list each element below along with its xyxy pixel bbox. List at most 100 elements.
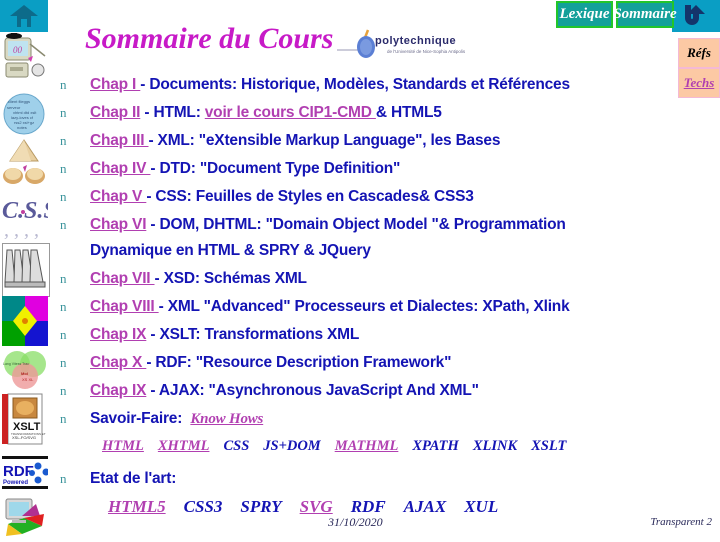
- refs-label: Réfs: [687, 45, 711, 60]
- savoir-faire-item[interactable]: n Savoir-Faire: Know Hows: [60, 406, 660, 432]
- chapter-item-9[interactable]: n Chap IX - XSLT: Transformations XML: [60, 322, 660, 348]
- chapter-text: Chap III - XML: "eXtensible Markup Langu…: [90, 128, 500, 154]
- etat-art-label: Etat de l'art:: [90, 470, 177, 487]
- list-bullet: n: [60, 189, 67, 204]
- chapter-text: Chap X - RDF: "Resource Description Fram…: [90, 350, 451, 376]
- tech-link-ajax[interactable]: AJAX: [404, 497, 447, 516]
- chapter-item-3[interactable]: n Chap III - XML: "eXtensible Markup Lan…: [60, 128, 660, 154]
- know-hows-link[interactable]: Know Hows: [190, 411, 263, 427]
- list-bullet: n: [60, 105, 67, 120]
- chapter-text: Chap I - Documents: Historique, Modèles,…: [90, 72, 570, 98]
- list-bullet: n: [60, 383, 67, 398]
- chapter-link[interactable]: Chap V: [90, 188, 146, 205]
- tech-link-html5[interactable]: HTML5: [108, 497, 166, 516]
- list-bullet: n: [60, 271, 67, 286]
- chapter-item-10[interactable]: n Chap X - RDF: "Resource Description Fr…: [60, 350, 660, 376]
- chapter-text: Chap IX - AJAX: "Asynchronous JavaScript…: [90, 378, 479, 404]
- chapter-link[interactable]: Chap VIII: [90, 298, 159, 315]
- chapter-link[interactable]: Chap X: [90, 354, 146, 371]
- home-icon[interactable]: [0, 0, 48, 32]
- uturn-up-arrow-icon[interactable]: [672, 0, 720, 32]
- chapter-text: Chap VII - XSD: Schémas XML: [90, 266, 307, 292]
- dtd-columns-image: [2, 243, 50, 297]
- nav-lexique-button[interactable]: Lexique: [556, 1, 613, 28]
- chapter-item-5[interactable]: n Chap V - CSS: Feuilles de Styles en Ca…: [60, 184, 660, 210]
- chapter-list: n Chap I - Documents: Historique, Modèle…: [60, 72, 660, 521]
- list-bullet: n: [60, 161, 67, 176]
- chapter-item-6[interactable]: n Chap VI - DOM, DHTML: "Domain Object M…: [60, 212, 660, 264]
- chapter-link[interactable]: Chap VII: [90, 270, 155, 287]
- techs-label: Techs: [683, 75, 715, 90]
- rdf-powered-image: RDF Powered: [2, 452, 48, 494]
- chapter-item-2[interactable]: n Chap II - HTML: voir le cours CIP1-CMD…: [60, 100, 660, 126]
- chapter-item-1[interactable]: n Chap I - Documents: Historique, Modèle…: [60, 72, 660, 98]
- tech-link-xpath[interactable]: XPATH: [412, 438, 458, 454]
- chapter-link[interactable]: Chap II: [90, 104, 140, 121]
- svg-text:Lang Vitess Trac: Lang Vitess Trac: [3, 362, 29, 366]
- chapter-desc: - CSS: Feuilles de Styles en Cascades& C…: [146, 188, 474, 205]
- chapter-desc: - DOM, DHTML: "Domain Object Model "& Pr…: [90, 216, 566, 259]
- css-logo-image: C.S.S} , , , ,: [2, 192, 48, 244]
- tech-link-xlink[interactable]: XLINK: [473, 438, 517, 454]
- tech-link-css[interactable]: CSS: [223, 438, 249, 454]
- chapter-text: Chap V - CSS: Feuilles de Styles en Casc…: [90, 184, 474, 210]
- techs-button[interactable]: Techs: [678, 68, 720, 98]
- xslt-book-image: XSLT TRANSFORMATIONS ET XSL-FO/SVG: [2, 392, 48, 450]
- savoir-faire-label: Savoir-Faire:: [90, 410, 183, 427]
- chapter-text: Chap VI - DOM, DHTML: "Domain Object Mod…: [90, 212, 645, 264]
- chapter-item-4[interactable]: n Chap IV - DTD: "Document Type Definiti…: [60, 156, 660, 182]
- tech-link-mathml[interactable]: MATHML: [335, 438, 399, 454]
- tech-link-xul[interactable]: XUL: [464, 497, 498, 516]
- page-title: Sommaire du Cours: [85, 22, 334, 55]
- chapter-desc: - DTD: "Document Type Definition": [150, 160, 401, 177]
- svg-text:Powered: Powered: [3, 480, 28, 486]
- chapter-item-7[interactable]: n Chap VII - XSD: Schémas XML: [60, 266, 660, 292]
- nav-sommaire-label: Sommaire: [613, 6, 677, 22]
- xsd-venn-image: Mol XS XL Lang Vitess Trac: [2, 347, 48, 393]
- tech-link-svg[interactable]: SVG: [300, 497, 333, 516]
- chapter-desc: - RDF: "Resource Description Framework": [146, 354, 452, 371]
- chapter-item-11[interactable]: n Chap IX - AJAX: "Asynchronous JavaScri…: [60, 378, 660, 404]
- chapter-link[interactable]: Chap IX: [90, 382, 147, 399]
- svg-text:XS XL: XS XL: [22, 377, 34, 382]
- list-bullet: n: [60, 471, 67, 486]
- savoir-faire-tech-links: HTML XHTML CSS JS+DOM MATHML XPATH XLINK XSLT: [102, 434, 660, 458]
- chapter-link[interactable]: Chap IX: [90, 326, 147, 343]
- chapter-link[interactable]: Chap I: [90, 76, 140, 93]
- chapter-desc: - XML: "eXtensible Markup Language", les…: [148, 132, 501, 149]
- nav-lexique-label: Lexique: [559, 6, 610, 22]
- list-bullet: n: [60, 133, 67, 148]
- tech-link-html[interactable]: HTML: [102, 438, 144, 454]
- chapter-link[interactable]: Chap III: [90, 132, 148, 149]
- chapter-sublink[interactable]: voir le cours CIP1-CMD: [205, 104, 376, 121]
- tech-link-xhtml[interactable]: XHTML: [158, 438, 210, 454]
- svg-text:client fileggs: client fileggs: [8, 99, 30, 104]
- tech-link-jsdom[interactable]: JS+DOM: [263, 438, 320, 454]
- chapter-link[interactable]: Chap IV: [90, 160, 150, 177]
- list-bullet: n: [60, 77, 67, 92]
- tech-link-rdf[interactable]: RDF: [351, 497, 386, 516]
- list-bullet: n: [60, 355, 67, 370]
- svg-text:Mol: Mol: [21, 371, 28, 376]
- chapter-desc: - AJAX: "Asynchronous JavaScript And XML…: [146, 382, 479, 399]
- refs-button[interactable]: Réfs: [678, 38, 720, 68]
- dom-colors-image: [2, 296, 48, 346]
- svg-text:XSL-FO/SVG: XSL-FO/SVG: [12, 435, 36, 440]
- sidebar-image-strip: 00 client fileggs serveur xhtml dtd xslt…: [0, 32, 50, 540]
- chapter-text: Chap IV - DTD: "Document Type Definition…: [90, 156, 400, 182]
- list-bullet: n: [60, 217, 67, 232]
- nav-sommaire-button[interactable]: Sommaire: [613, 1, 677, 28]
- chapter-text: Chap VIII - XML "Advanced" Processeurs e…: [90, 294, 570, 320]
- etat-art-tech-links: HTML5 CSS3 SPRY SVG RDF AJAX XUL: [108, 494, 660, 521]
- chapter-link[interactable]: Chap VI: [90, 216, 147, 233]
- chapter-desc: - Documents: Historique, Modèles, Standa…: [140, 76, 570, 93]
- chapter-item-8[interactable]: n Chap VIII - XML "Advanced" Processeurs…: [60, 294, 660, 320]
- tech-link-spry[interactable]: SPRY: [240, 497, 281, 516]
- svg-text:00: 00: [13, 45, 23, 55]
- ajax-computer-image: [2, 494, 48, 542]
- etat-art-item[interactable]: n Etat de l'art:: [60, 466, 660, 492]
- tech-link-css3[interactable]: CSS3: [184, 497, 223, 516]
- tech-link-xslt[interactable]: XSLT: [531, 438, 566, 454]
- chapter-desc-a: - HTML:: [140, 104, 205, 121]
- svg-text:notes: notes: [17, 125, 27, 130]
